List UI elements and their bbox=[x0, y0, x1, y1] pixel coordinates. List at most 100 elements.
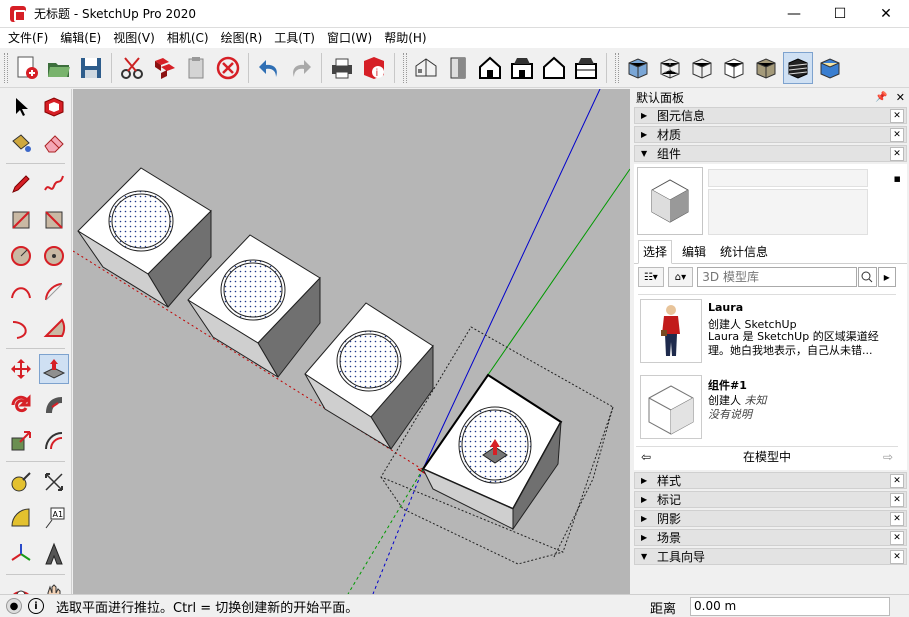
panel-close-icon[interactable]: ✕ bbox=[890, 108, 904, 123]
panel-components[interactable]: ▼ 组件 ✕ bbox=[634, 145, 907, 162]
scene-canvas[interactable] bbox=[73, 89, 630, 594]
forward-arrow-icon[interactable]: ⇨ bbox=[878, 450, 898, 464]
measurements-input[interactable]: 0.00 m bbox=[690, 597, 890, 616]
menu-camera[interactable]: 相机(C) bbox=[161, 28, 215, 48]
details-menu-icon[interactable]: ▪ bbox=[894, 172, 901, 185]
two-point-arc-icon[interactable] bbox=[40, 277, 70, 307]
panel-close-icon[interactable]: ✕ bbox=[890, 549, 904, 564]
panel-scenes[interactable]: ▶ 场景 ✕ bbox=[634, 529, 907, 546]
redo-icon[interactable] bbox=[286, 52, 316, 84]
push-pull-icon[interactable] bbox=[39, 354, 69, 384]
menu-tools[interactable]: 工具(T) bbox=[268, 28, 321, 48]
three-point-arc-icon[interactable] bbox=[6, 313, 36, 343]
toolbar-grip[interactable] bbox=[403, 52, 407, 83]
text-icon[interactable]: A1 bbox=[40, 503, 70, 533]
menu-view[interactable]: 视图(V) bbox=[107, 28, 161, 48]
freehand-icon[interactable] bbox=[40, 169, 70, 199]
polygon-icon[interactable] bbox=[40, 241, 70, 271]
axes-icon[interactable] bbox=[6, 539, 36, 569]
geolocation-icon[interactable]: ● bbox=[6, 598, 22, 614]
cube-component-1[interactable] bbox=[77, 167, 212, 308]
new-file-icon[interactable] bbox=[12, 52, 42, 84]
protractor-icon[interactable] bbox=[6, 503, 36, 533]
tab-select[interactable]: 选择 bbox=[638, 240, 673, 264]
warehouse-search-input[interactable] bbox=[697, 267, 858, 287]
rotated-rectangle-icon[interactable] bbox=[40, 205, 70, 235]
toolbar-grip[interactable] bbox=[615, 52, 619, 83]
home-navigation-icon[interactable]: ⌂▾ bbox=[667, 267, 694, 287]
pie-icon[interactable] bbox=[40, 313, 70, 343]
panel-close-icon[interactable]: ✕ bbox=[890, 492, 904, 507]
panel-instructor[interactable]: ▼ 工具向导 ✕ bbox=[634, 548, 907, 565]
follow-me-icon[interactable] bbox=[40, 390, 70, 420]
info-icon[interactable]: i bbox=[28, 598, 44, 614]
sketchup-app-icon[interactable] bbox=[10, 5, 26, 22]
3d-text-icon[interactable] bbox=[40, 539, 70, 569]
tab-edit[interactable]: 编辑 bbox=[678, 241, 710, 263]
rotate-icon[interactable] bbox=[6, 390, 36, 420]
open-folder-icon[interactable] bbox=[44, 52, 74, 84]
toolbar-grip[interactable] bbox=[4, 52, 8, 83]
xray-style-icon[interactable] bbox=[623, 52, 653, 84]
menu-draw[interactable]: 绘图(R) bbox=[215, 28, 269, 48]
arc-icon[interactable] bbox=[6, 277, 36, 307]
paste-icon[interactable] bbox=[181, 52, 211, 84]
minimize-button[interactable]: — bbox=[771, 0, 817, 28]
panel-tags[interactable]: ▶ 标记 ✕ bbox=[634, 491, 907, 508]
component-description-field[interactable] bbox=[708, 189, 868, 235]
make-component-icon[interactable] bbox=[40, 92, 70, 122]
wireframe-style-icon[interactable] bbox=[687, 52, 717, 84]
menu-help[interactable]: 帮助(H) bbox=[378, 28, 432, 48]
dimension-icon[interactable] bbox=[40, 467, 70, 497]
panel-materials[interactable]: ▶ 材质 ✕ bbox=[634, 126, 907, 143]
front-view-icon[interactable] bbox=[475, 52, 505, 84]
print-icon[interactable] bbox=[327, 52, 357, 84]
top-view-icon[interactable] bbox=[443, 52, 473, 84]
panel-shadows[interactable]: ▶ 阴影 ✕ bbox=[634, 510, 907, 527]
right-view-icon[interactable] bbox=[507, 52, 537, 84]
modeling-viewport[interactable] bbox=[73, 89, 630, 594]
undo-icon[interactable] bbox=[254, 52, 284, 84]
shaded-textures-style-icon[interactable] bbox=[783, 51, 813, 84]
rectangle-icon[interactable] bbox=[6, 205, 36, 235]
close-button[interactable]: ✕ bbox=[863, 0, 909, 28]
shaded-style-icon[interactable] bbox=[751, 52, 781, 84]
tray-close-icon[interactable]: ✕ bbox=[896, 91, 905, 104]
menu-window[interactable]: 窗口(W) bbox=[321, 28, 378, 48]
view-options-icon[interactable]: ☷▾ bbox=[638, 267, 664, 287]
panel-close-icon[interactable]: ✕ bbox=[890, 530, 904, 545]
panel-close-icon[interactable]: ✕ bbox=[890, 127, 904, 142]
hidden-line-style-icon[interactable] bbox=[719, 52, 749, 84]
monochrome-style-icon[interactable] bbox=[815, 52, 845, 84]
search-icon[interactable] bbox=[858, 267, 877, 287]
line-pencil-icon[interactable] bbox=[6, 169, 36, 199]
menu-file[interactable]: 文件(F) bbox=[2, 28, 54, 48]
model-info-icon[interactable]: i bbox=[359, 52, 389, 84]
component-name-field[interactable] bbox=[708, 169, 868, 187]
eraser-icon[interactable] bbox=[40, 128, 70, 158]
list-item[interactable]: 组件#1 创建人 未知 没有说明 bbox=[638, 375, 896, 447]
copy-icon[interactable] bbox=[149, 52, 179, 84]
back-arrow-icon[interactable]: ⇦ bbox=[636, 450, 656, 464]
back-edges-style-icon[interactable] bbox=[655, 52, 685, 84]
back-view-icon[interactable] bbox=[539, 52, 569, 84]
panel-close-icon[interactable]: ✕ bbox=[890, 511, 904, 526]
left-view-icon[interactable] bbox=[571, 52, 601, 84]
tape-measure-icon[interactable] bbox=[6, 467, 36, 497]
tab-statistics[interactable]: 统计信息 bbox=[716, 241, 772, 263]
pin-icon[interactable]: 📌 bbox=[875, 92, 887, 103]
panel-close-icon[interactable]: ✕ bbox=[890, 473, 904, 488]
scale-icon[interactable] bbox=[6, 426, 36, 456]
panel-close-icon[interactable]: ✕ bbox=[890, 146, 904, 161]
details-arrow-icon[interactable]: ▸ bbox=[877, 267, 896, 287]
paint-bucket-icon[interactable] bbox=[6, 128, 36, 158]
menu-edit[interactable]: 编辑(E) bbox=[54, 28, 107, 48]
erase-delete-icon[interactable] bbox=[213, 52, 243, 84]
cut-icon[interactable] bbox=[117, 52, 147, 84]
save-icon[interactable] bbox=[76, 52, 106, 84]
iso-view-icon[interactable] bbox=[411, 52, 441, 84]
panel-styles[interactable]: ▶ 样式 ✕ bbox=[634, 472, 907, 489]
move-icon[interactable] bbox=[6, 354, 35, 384]
circle-icon[interactable] bbox=[6, 241, 36, 271]
list-item[interactable]: Laura 创建人 SketchUp Laura 是 SketchUp 的区域渠… bbox=[638, 299, 896, 371]
